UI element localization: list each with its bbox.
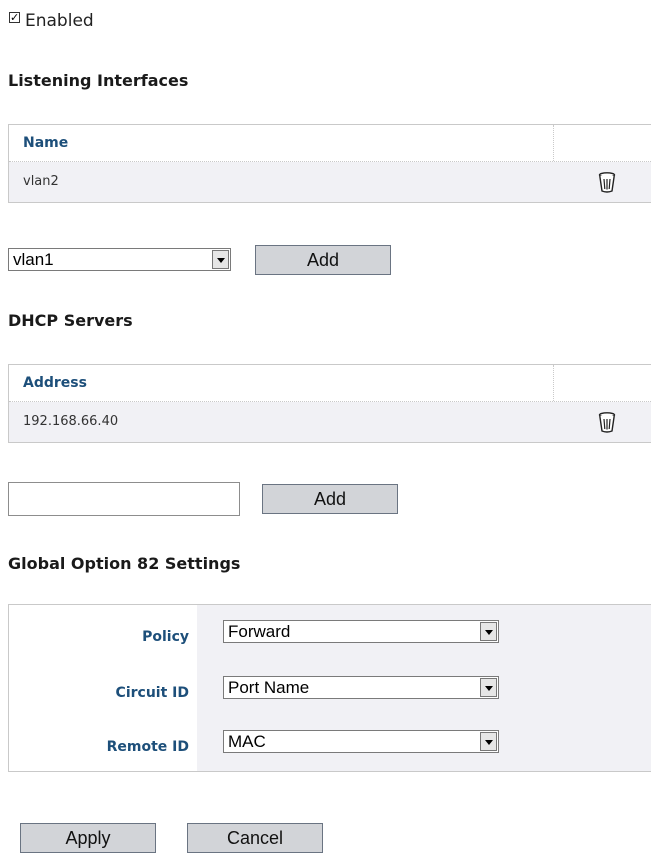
remote-id-label: Remote ID: [106, 739, 189, 755]
option82-title: Global Option 82 Settings: [8, 554, 241, 573]
listening-interfaces-table: Name vlan2: [8, 124, 651, 203]
circuit-id-label: Circuit ID: [115, 685, 189, 701]
chevron-down-icon[interactable]: [212, 250, 229, 269]
trash-icon[interactable]: [598, 171, 616, 193]
dhcp-servers-table: Address 192.168.66.40: [8, 364, 651, 443]
table-row: vlan2: [9, 162, 651, 202]
table-header: Address: [9, 365, 651, 402]
remote-id-select-value: MAC: [228, 732, 266, 751]
dhcp-server-input[interactable]: [8, 482, 240, 516]
column-divider: [553, 365, 554, 401]
chevron-down-icon[interactable]: [480, 732, 497, 751]
option82-settings-table: Policy Forward Circuit ID Port Name Remo…: [8, 604, 651, 772]
policy-select-value: Forward: [228, 622, 291, 641]
policy-select[interactable]: Forward: [223, 620, 499, 643]
chevron-down-icon[interactable]: [480, 622, 497, 641]
trash-icon[interactable]: [598, 411, 616, 433]
server-address: 192.168.66.40: [23, 414, 119, 429]
name-column-header: Name: [23, 135, 69, 151]
chevron-down-icon[interactable]: [480, 678, 497, 697]
add-interface-button[interactable]: Add: [255, 245, 391, 275]
enabled-checkbox[interactable]: ✓: [9, 12, 20, 23]
column-divider: [553, 125, 554, 161]
listening-interfaces-title: Listening Interfaces: [8, 71, 189, 90]
dhcp-servers-title: DHCP Servers: [8, 311, 133, 330]
address-column-header: Address: [23, 375, 87, 391]
remote-id-select[interactable]: MAC: [223, 730, 499, 753]
enabled-label: Enabled: [25, 11, 94, 31]
cancel-button[interactable]: Cancel: [187, 823, 323, 853]
policy-label: Policy: [142, 629, 189, 645]
circuit-id-select-value: Port Name: [228, 678, 310, 697]
table-header: Name: [9, 125, 651, 162]
interface-select[interactable]: vlan1: [8, 248, 231, 271]
circuit-id-select[interactable]: Port Name: [223, 676, 499, 699]
interface-select-value: vlan1: [13, 250, 54, 269]
add-server-button[interactable]: Add: [262, 484, 398, 514]
apply-button[interactable]: Apply: [20, 823, 156, 853]
table-row: 192.168.66.40: [9, 402, 651, 442]
interface-name: vlan2: [23, 174, 59, 189]
